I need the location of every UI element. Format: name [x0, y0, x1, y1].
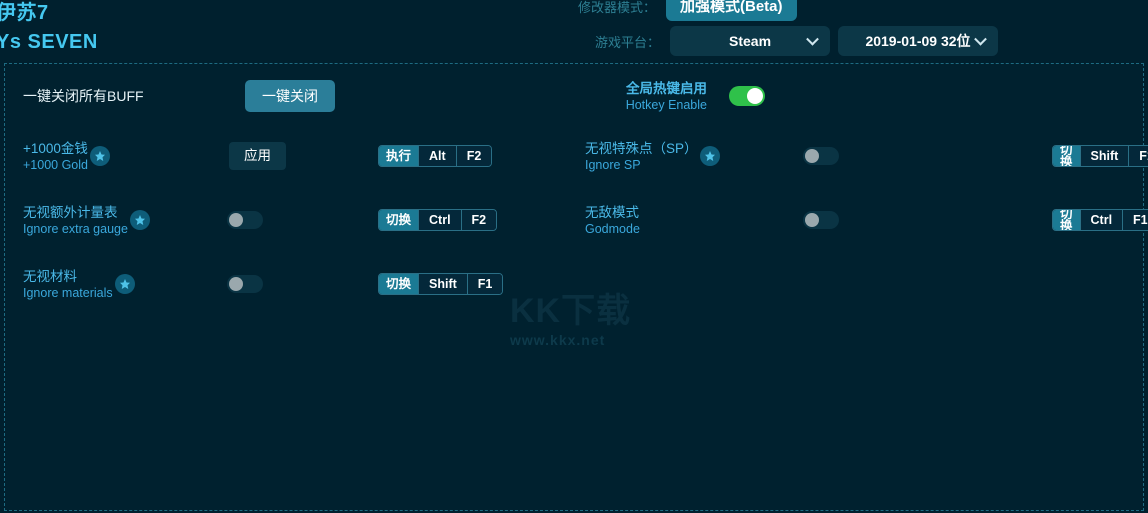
hotkey-key-main: F1	[466, 274, 503, 294]
row-gold-hotkey[interactable]: 执行 Alt F2	[378, 145, 493, 167]
row-ignore-extra-gauge-labels: 无视额外计量表 Ignore extra gauge	[23, 204, 201, 237]
hotkey-key-main: F1	[1122, 210, 1148, 230]
toggle-knob	[747, 88, 763, 104]
row-ignore-extra-gauge: 无视额外计量表 Ignore extra gauge 切换 Ctrl F2	[23, 197, 583, 243]
window-header: 伊苏7 Ys SEVEN 修改器模式： 加强模式(Beta) 游戏平台： Ste…	[0, 0, 1148, 62]
hotkey-action: 切换	[1053, 210, 1080, 230]
version-select-value: 2019-01-09 32位	[865, 33, 971, 49]
game-title-cn: 伊苏7	[0, 2, 49, 24]
row-ignore-sp: 无视特殊点（SP） Ignore SP 切换 Shift F	[585, 133, 1148, 179]
hotkey-key-modifier: Shift	[418, 274, 467, 294]
row-gold-labels: +1000金钱 +1000 Gold	[23, 140, 201, 173]
hotkey-enable-label-cn: 全局热键启用	[626, 80, 707, 96]
modifier-mode-row: 修改器模式： 加强模式(Beta)	[578, 0, 797, 21]
toggle-knob	[805, 213, 819, 227]
modifier-window: 伊苏7 Ys SEVEN 修改器模式： 加强模式(Beta) 游戏平台： Ste…	[0, 0, 1148, 513]
chevron-down-icon	[974, 32, 987, 46]
row-gold-label-cn: +1000金钱	[23, 140, 88, 156]
game-platform-row: 游戏平台： Steam	[595, 26, 831, 56]
star-icon[interactable]	[699, 146, 720, 166]
hotkey-key-modifier: Ctrl	[418, 210, 461, 230]
watermark-url: www.kkx.net	[510, 332, 606, 348]
hotkey-key-main: F2	[455, 146, 492, 166]
close-all-buffs-button[interactable]: 一键关闭	[245, 80, 335, 112]
row-ignore-extra-gauge-label-cn: 无视额外计量表	[23, 204, 118, 220]
row-gold-apply-button[interactable]: 应用	[229, 142, 286, 170]
modifier-mode-label: 修改器模式：	[578, 0, 657, 15]
platform-select-value: Steam	[729, 33, 772, 49]
row-hotkey-enable: 全局热键启用 Hotkey Enable	[585, 73, 1145, 119]
row-ignore-sp-hotkey[interactable]: 切换 Shift F1	[1052, 145, 1148, 167]
row-ignore-extra-gauge-hotkey[interactable]: 切换 Ctrl F2	[378, 209, 498, 231]
hotkey-key-main: F1	[1128, 146, 1148, 166]
row-ignore-sp-label-cn: 无视特殊点（SP）	[585, 140, 698, 156]
row-ignore-sp-toggle[interactable]	[803, 147, 839, 165]
platform-select[interactable]: Steam	[670, 26, 831, 56]
row-ignore-sp-label-en: Ignore SP	[585, 157, 641, 172]
row-gold-label-en: +1000 Gold	[23, 157, 88, 172]
toggle-knob	[805, 149, 819, 163]
star-icon[interactable]	[89, 146, 110, 166]
chevron-down-icon	[806, 32, 819, 46]
row-ignore-materials-toggle[interactable]	[227, 275, 263, 293]
hotkey-enable-label-en: Hotkey Enable	[625, 97, 707, 112]
row-ignore-materials-labels: 无视材料 Ignore materials	[23, 268, 201, 301]
hotkey-key-modifier: Alt	[418, 146, 456, 166]
row-godmode-toggle[interactable]	[803, 211, 839, 229]
row-ignore-materials: 无视材料 Ignore materials 切换 Shift F1	[23, 261, 583, 307]
row-godmode-labels: 无敌模式 Godmode	[585, 204, 763, 237]
hotkey-action: 执行	[379, 146, 419, 166]
toggle-knob	[229, 277, 243, 291]
game-platform-label: 游戏平台：	[595, 34, 661, 50]
hotkey-key-modifier: Ctrl	[1079, 210, 1123, 230]
star-icon[interactable]	[114, 274, 135, 294]
modifier-mode-chip[interactable]: 加强模式(Beta)	[666, 0, 797, 21]
version-select[interactable]: 2019-01-09 32位	[838, 26, 998, 56]
row-close-all-buffs: 一键关闭所有BUFF 一键关闭	[23, 73, 583, 119]
row-ignore-materials-hotkey[interactable]: 切换 Shift F1	[378, 273, 504, 295]
hotkey-key-modifier: Shift	[1079, 146, 1129, 166]
cheats-panel: 一键关闭所有BUFF 一键关闭 全局热键启用 Hotkey Enable +10…	[4, 63, 1148, 511]
close-all-buffs-label: 一键关闭所有BUFF	[23, 88, 144, 104]
row-godmode-label-en: Godmode	[585, 221, 640, 236]
hotkey-action: 切换	[379, 274, 419, 294]
hotkey-key-main: F2	[460, 210, 497, 230]
toggle-knob	[229, 213, 243, 227]
row-godmode-hotkey[interactable]: 切换 Ctrl F1	[1052, 209, 1148, 231]
game-title-en: Ys SEVEN	[0, 31, 98, 53]
row-ignore-materials-label-en: Ignore materials	[23, 285, 113, 300]
hotkey-action: 切换	[379, 210, 419, 230]
hotkey-action: 切换	[1053, 146, 1080, 166]
star-icon[interactable]	[129, 210, 150, 230]
row-godmode: 无敌模式 Godmode 切换 Ctrl F1	[585, 197, 1148, 243]
row-godmode-label-cn: 无敌模式	[585, 204, 639, 220]
row-ignore-sp-labels: 无视特殊点（SP） Ignore SP	[585, 140, 763, 173]
row-ignore-extra-gauge-toggle[interactable]	[227, 211, 263, 229]
row-gold: +1000金钱 +1000 Gold 应用 执行 Alt F2	[23, 133, 583, 179]
hotkey-enable-toggle[interactable]	[729, 86, 765, 106]
row-ignore-extra-gauge-label-en: Ignore extra gauge	[23, 221, 128, 236]
row-ignore-materials-label-cn: 无视材料	[23, 268, 77, 284]
